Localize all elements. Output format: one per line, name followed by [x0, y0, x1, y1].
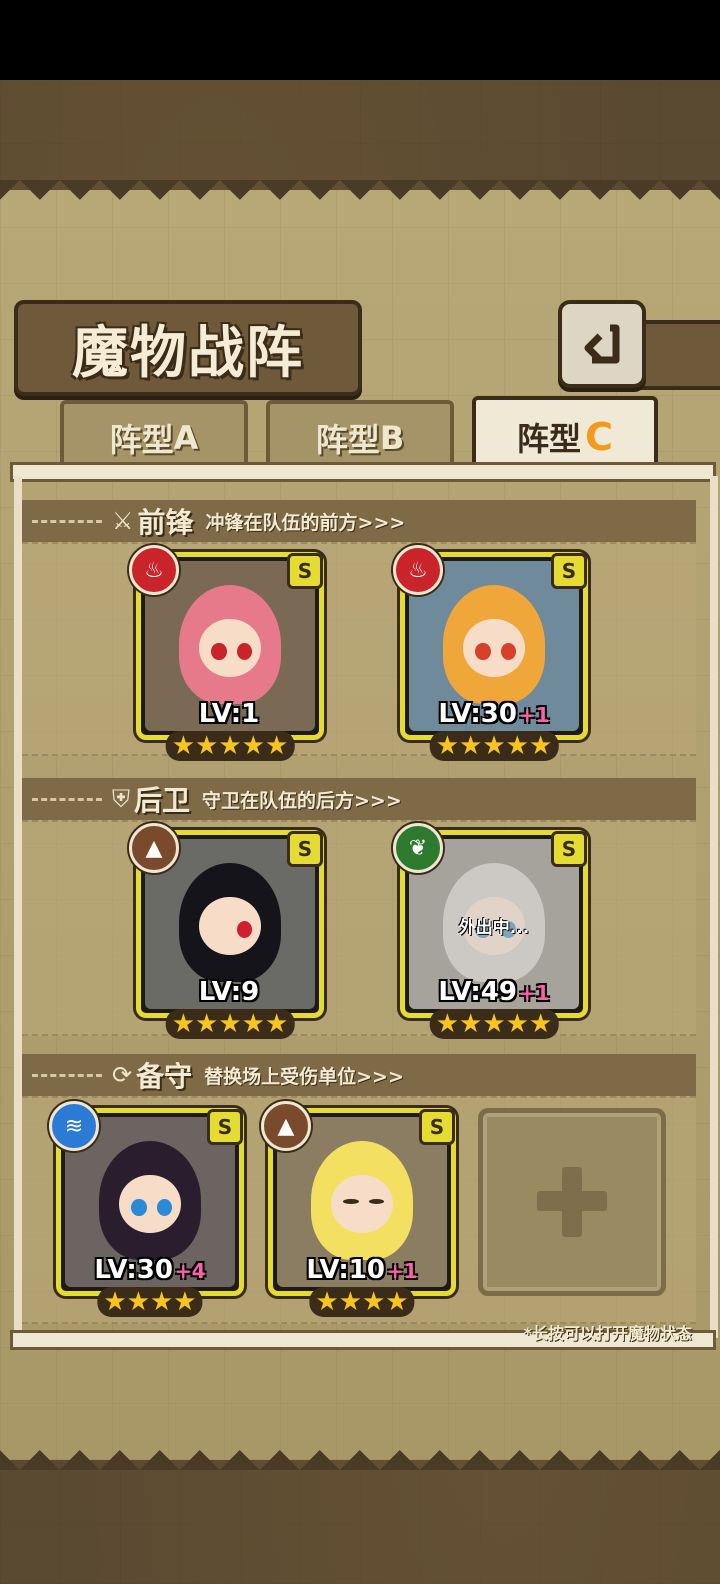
monster-card-reserve-1[interactable]: ≋ S LV:30 +4 ★★★★ [49, 1101, 244, 1317]
level-bonus: +1 [518, 703, 550, 727]
swap-icon: ⟳ [112, 1061, 133, 1089]
earth-icon: ▲ [129, 823, 179, 873]
divider [32, 1073, 102, 1077]
level-value: LV:10 [306, 1255, 385, 1285]
section-name: 备守 [136, 1060, 193, 1093]
rank-badge: S [207, 1109, 243, 1145]
tab-suffix: A [173, 419, 199, 457]
level-value: LV:9 [198, 977, 260, 1007]
back-arrow-icon [584, 324, 620, 364]
back-button[interactable] [558, 300, 646, 388]
water-icon: ≋ [49, 1101, 99, 1151]
section-header-reserve: ⟳ 备守 替换场上受伤单位>>> [22, 1054, 696, 1096]
panel-bottom-edge [0, 1430, 720, 1470]
section-name: 前锋 [137, 506, 194, 539]
panel-top-edge [0, 180, 720, 220]
level-value: LV:49 [438, 977, 517, 1007]
monster-card-back-1[interactable]: ▲ S LV:9 ★★★★★ [129, 823, 324, 1039]
star-rating: ★★★★ [309, 1287, 415, 1317]
level-label: LV:30 +4 [61, 1255, 239, 1285]
level-value: LV:30 [94, 1255, 173, 1285]
monster-card-reserve-2[interactable]: ▲ S LV:10 +1 ★★★★ [261, 1101, 456, 1317]
shield-icon: ⛨ [112, 785, 130, 813]
star-rating: ★★★★★ [165, 1009, 295, 1039]
rank-badge: S [419, 1109, 455, 1145]
front-row [22, 542, 696, 756]
section-desc: 冲锋在队伍的前方>>> [205, 511, 406, 534]
level-label: LV:30 +1 [405, 699, 583, 729]
fire-icon: ♨ [393, 545, 443, 595]
level-bonus: +4 [174, 1259, 206, 1283]
monster-card-front-2[interactable]: ♨ S LV:30 +1 ★★★★★ [393, 545, 588, 761]
monster-card-front-1[interactable]: ♨ S LV:1 ★★★★★ [129, 545, 324, 761]
divider [32, 797, 102, 801]
level-label: LV:1 [141, 699, 319, 729]
add-monster-slot[interactable] [478, 1108, 666, 1296]
tab-label: 阵型 [517, 420, 582, 458]
title-banner: 魔物战阵 [14, 300, 362, 396]
level-label: LV:9 [141, 977, 319, 1007]
level-value: LV:1 [198, 699, 260, 729]
section-name: 后卫 [134, 784, 191, 817]
leaf-icon: ❦ [393, 823, 443, 873]
section-desc: 替换场上受伤单位>>> [204, 1065, 404, 1088]
status-bar [0, 0, 720, 80]
monster-card-back-2[interactable]: 外出中... ❦ S LV:49 +1 ★★★★★ [393, 823, 588, 1039]
tab-suffix: C [585, 415, 613, 459]
back-row [22, 820, 696, 1036]
back-button-strip [638, 320, 720, 390]
tab-label: 阵型 [315, 421, 380, 459]
plus-icon [562, 1167, 582, 1237]
tab-suffix: B [379, 419, 405, 457]
star-rating: ★★★★★ [165, 731, 295, 761]
page-title: 魔物战阵 [72, 319, 304, 386]
star-rating: ★★★★★ [429, 1009, 559, 1039]
level-value: LV:30 [438, 699, 517, 729]
fire-icon: ♨ [129, 545, 179, 595]
level-bonus: +1 [386, 1259, 418, 1283]
divider [32, 519, 102, 523]
rank-badge: S [551, 553, 587, 589]
section-desc: 守卫在队伍的后方>>> [202, 789, 402, 812]
status-label: 外出中... [458, 918, 530, 938]
star-rating: ★★★★★ [429, 731, 559, 761]
tab-label: 阵型 [109, 421, 174, 459]
rank-badge: S [287, 553, 323, 589]
rank-badge: S [287, 831, 323, 867]
long-press-hint: *长按可以打开魔物状态 [523, 1324, 692, 1343]
star-rating: ★★★★ [97, 1287, 203, 1317]
earth-icon: ▲ [261, 1101, 311, 1151]
sword-icon: ⚔ [112, 507, 134, 535]
level-bonus: +1 [518, 981, 550, 1005]
section-header-front: ⚔ 前锋 冲锋在队伍的前方>>> [22, 500, 696, 542]
level-label: LV:49 +1 [405, 977, 583, 1007]
rank-badge: S [551, 831, 587, 867]
level-label: LV:10 +1 [273, 1255, 451, 1285]
section-header-back: ⛨ 后卫 守卫在队伍的后方>>> [22, 778, 696, 820]
